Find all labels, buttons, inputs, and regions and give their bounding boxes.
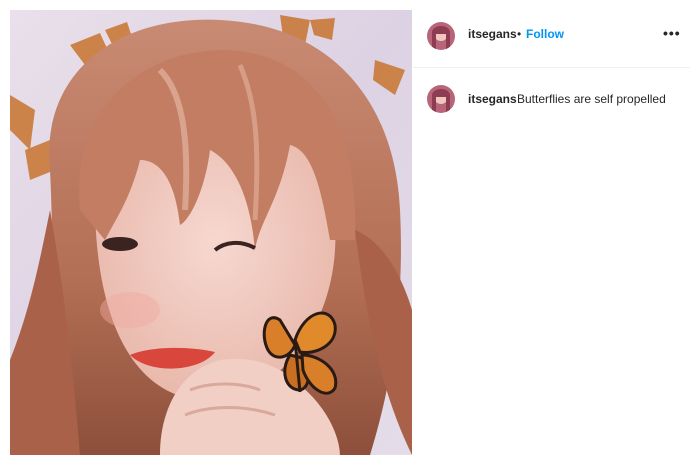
post-header: itsegans • Follow •••: [413, 10, 690, 68]
caption-comment: itsegans Butterflies are self propelled: [413, 85, 690, 125]
separator-dot: •: [517, 27, 522, 41]
instagram-post: itsegans • Follow ••• itsegans Butterfli…: [0, 0, 700, 465]
avatar[interactable]: [427, 22, 455, 50]
follow-button[interactable]: Follow: [526, 27, 564, 41]
post-side-panel: itsegans • Follow ••• itsegans Butterfli…: [413, 10, 690, 455]
portrait-image: [10, 10, 412, 455]
username-link[interactable]: itsegans: [468, 27, 517, 41]
caption-text: Butterflies are self propelled: [517, 92, 666, 106]
caption-username-link[interactable]: itsegans: [468, 92, 517, 106]
avatar[interactable]: [427, 85, 455, 113]
post-photo[interactable]: [10, 10, 412, 455]
more-options-icon[interactable]: •••: [663, 25, 681, 41]
